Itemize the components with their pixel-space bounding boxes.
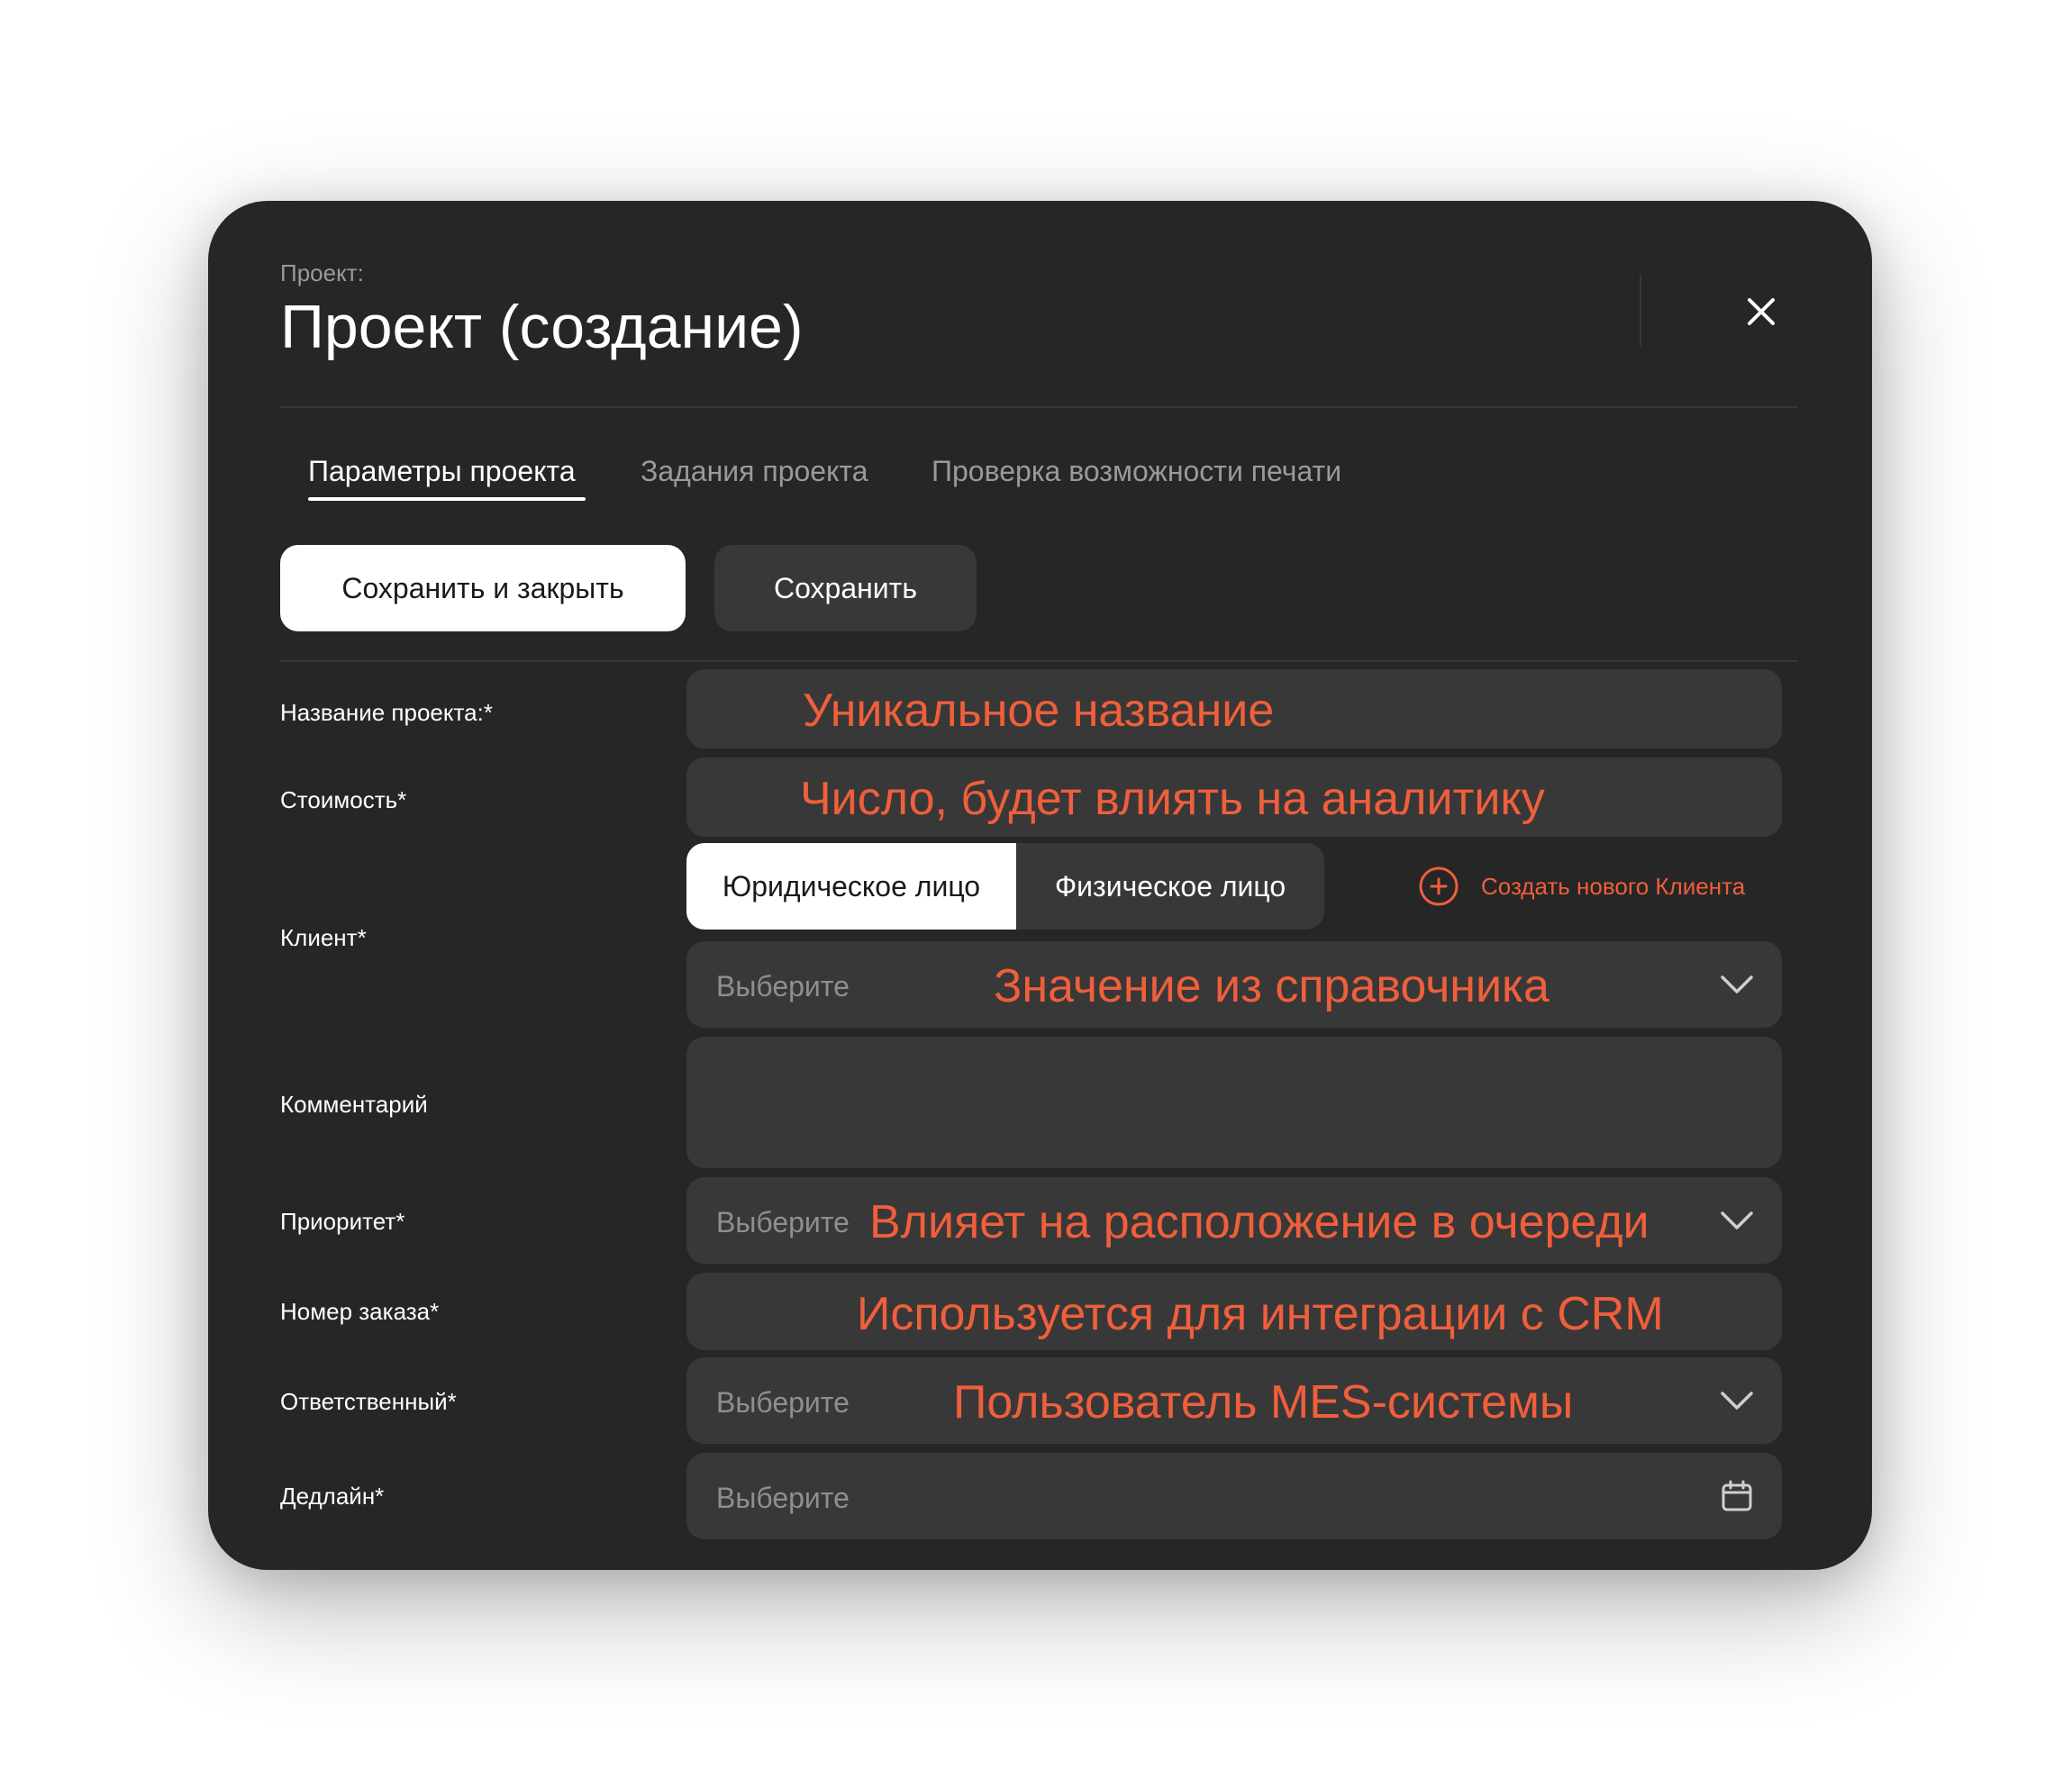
tab-project-parameters[interactable]: Параметры проекта xyxy=(308,455,576,488)
project-name-input[interactable]: Уникальное название xyxy=(686,669,1782,748)
header-separator xyxy=(280,406,1798,408)
priority-select[interactable]: Выберите Влияет на расположение в очеред… xyxy=(686,1177,1782,1264)
breadcrumb: Проект: xyxy=(280,259,364,286)
cost-input[interactable]: Число, будет влиять на аналитику xyxy=(686,757,1782,837)
client-hint: Значение из справочника xyxy=(994,960,1549,1012)
responsible-placeholder: Выберите xyxy=(716,1386,850,1419)
header-divider xyxy=(1640,275,1641,347)
client-label: Клиент* xyxy=(280,924,367,951)
deadline-label: Дедлайн* xyxy=(280,1483,385,1510)
order-number-hint: Используется для интеграции с CRM xyxy=(857,1288,1664,1340)
client-select[interactable]: Выберите Значение из справочника xyxy=(686,941,1782,1028)
project-name-hint: Уникальное название xyxy=(803,685,1275,737)
responsible-select[interactable]: Выберите Пользователь MES-системы xyxy=(686,1357,1782,1444)
page-title: Проект (создание) xyxy=(280,293,804,361)
toolbar-separator xyxy=(280,660,1798,662)
order-number-label: Номер заказа* xyxy=(280,1298,440,1325)
plus-circle-icon xyxy=(1419,866,1459,906)
priority-hint: Влияет на расположение в очереди xyxy=(869,1196,1649,1248)
create-client-label: Создать нового Клиента xyxy=(1481,872,1746,900)
chevron-down-icon xyxy=(1721,975,1753,993)
active-tab-indicator xyxy=(308,497,586,501)
deadline-placeholder: Выберите xyxy=(716,1482,850,1514)
close-icon xyxy=(1748,298,1775,325)
order-number-input[interactable]: Используется для интеграции с CRM xyxy=(686,1273,1782,1350)
project-name-label: Название проекта:* xyxy=(280,699,493,726)
close-button[interactable] xyxy=(1737,287,1786,336)
calendar-icon[interactable] xyxy=(1719,1478,1755,1514)
tab-print-check[interactable]: Проверка возможности печати xyxy=(931,455,1341,488)
create-client-button[interactable]: Создать нового Клиента xyxy=(1418,866,1745,907)
comment-label: Комментарий xyxy=(280,1091,428,1118)
save-and-close-button[interactable]: Сохранить и закрыть xyxy=(280,545,686,631)
responsible-hint: Пользователь MES-системы xyxy=(953,1376,1574,1429)
cost-hint: Число, будет влиять на аналитику xyxy=(800,773,1545,825)
cost-label: Стоимость* xyxy=(280,786,407,813)
priority-label: Приоритет* xyxy=(280,1208,405,1235)
client-type-individual[interactable]: Физическое лицо xyxy=(1016,843,1324,930)
save-button[interactable]: Сохранить xyxy=(714,545,977,631)
chevron-down-icon xyxy=(1721,1392,1753,1410)
priority-placeholder: Выберите xyxy=(716,1206,850,1238)
client-placeholder: Выберите xyxy=(716,970,850,1002)
project-modal: Проект: Проект (создание) Параметры прое… xyxy=(208,201,1872,1570)
chevron-down-icon xyxy=(1721,1211,1753,1229)
tab-project-tasks[interactable]: Задания проекта xyxy=(641,455,868,488)
responsible-label: Ответственный* xyxy=(280,1388,457,1415)
deadline-picker[interactable]: Выберите xyxy=(686,1453,1782,1539)
client-type-legal[interactable]: Юридическое лицо xyxy=(686,843,1016,930)
comment-textarea[interactable] xyxy=(686,1037,1782,1168)
